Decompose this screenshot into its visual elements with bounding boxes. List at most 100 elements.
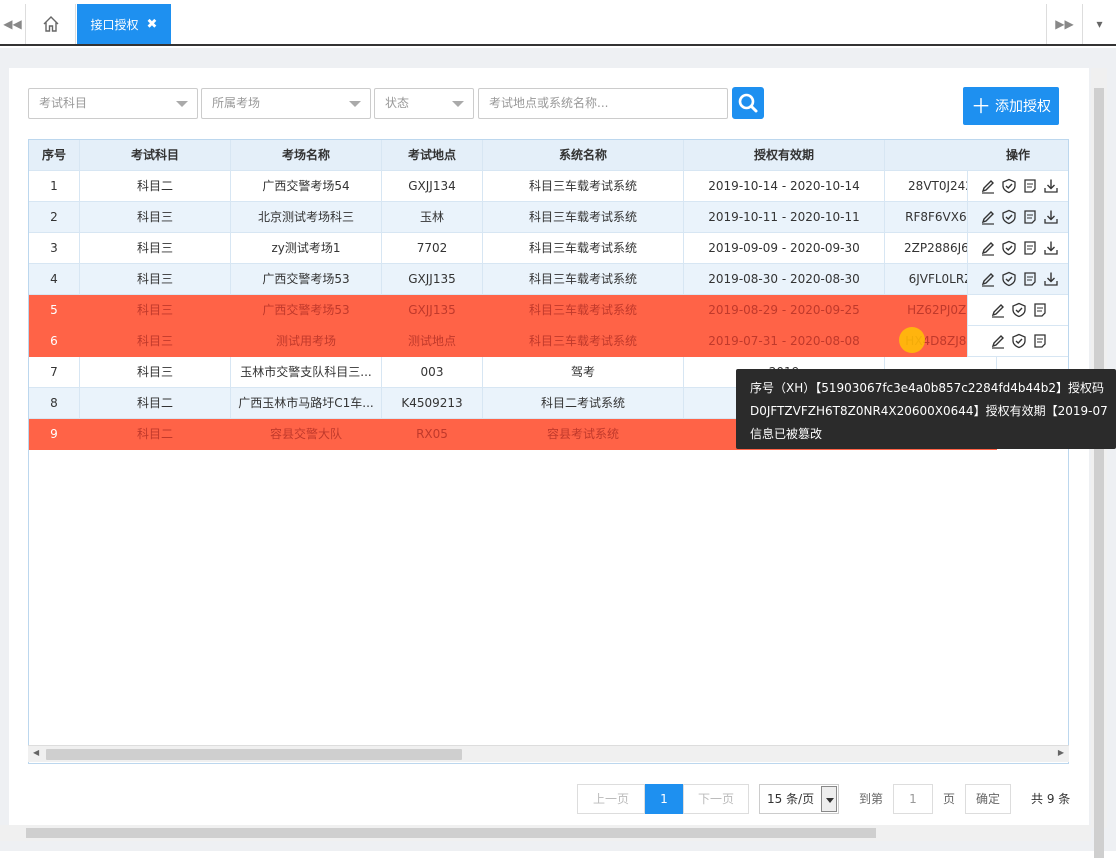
shield-check-icon[interactable]: [1001, 271, 1017, 287]
column-header[interactable]: 授权有效期: [684, 140, 885, 171]
column-header[interactable]: 序号: [29, 140, 80, 171]
subject-select[interactable]: 考试科目: [28, 88, 198, 119]
tamper-tooltip: 序号（XH）【51903067fc3e4a0b857c2284fd4b44b2】…: [736, 369, 1116, 449]
chevron-down-icon[interactable]: [821, 786, 837, 812]
document-icon[interactable]: [1022, 178, 1038, 194]
cell-no: 7: [29, 357, 80, 388]
column-header[interactable]: 考试地点: [382, 140, 483, 171]
tooltip-line-2: D0JFTZVFZH6T8Z0NR4X20600X0644】授权有效期【2019…: [750, 404, 1108, 418]
edit-icon[interactable]: [990, 302, 1006, 318]
scroll-tabs-left-icon[interactable]: ◀◀: [0, 4, 26, 44]
subject-select-label: 考试科目: [39, 96, 88, 110]
scroll-left-arrow-icon[interactable]: ◀: [33, 748, 39, 757]
column-header[interactable]: 系统名称: [483, 140, 684, 171]
page-horizontal-scrollbar[interactable]: [0, 825, 1091, 841]
download-icon[interactable]: [1043, 240, 1059, 256]
cell-validity: 2019-08-29 - 2020-09-25: [684, 295, 885, 326]
home-icon[interactable]: [26, 4, 76, 44]
edit-icon[interactable]: [980, 240, 996, 256]
close-icon[interactable]: ✖: [147, 17, 158, 32]
search-input[interactable]: 考试地点或系统名称...: [478, 88, 728, 119]
prev-page-button[interactable]: 上一页: [577, 784, 645, 814]
table-horizontal-scrollbar[interactable]: ◀ ▶: [28, 745, 1069, 762]
cell-system: 科目三车载考试系统: [483, 171, 684, 202]
shield-check-icon[interactable]: [1001, 209, 1017, 225]
caret-down-icon: [176, 101, 188, 107]
cell-no: 2: [29, 202, 80, 233]
tab-interface-auth[interactable]: 接口授权 ✖: [77, 4, 171, 44]
cell-venue: 广西交警考场53: [231, 264, 382, 295]
scrollbar-thumb[interactable]: [46, 749, 462, 760]
page-1-button[interactable]: 1: [645, 784, 683, 814]
shield-check-icon[interactable]: [1011, 302, 1027, 318]
status-select-label: 状态: [385, 96, 410, 110]
download-icon[interactable]: [1043, 209, 1059, 225]
cell-no: 5: [29, 295, 80, 326]
edit-icon[interactable]: [980, 178, 996, 194]
document-icon[interactable]: [1032, 302, 1048, 318]
document-icon[interactable]: [1022, 209, 1038, 225]
cell-venue: 广西玉林市马路圩C1车...: [231, 388, 382, 419]
download-icon[interactable]: [1043, 178, 1059, 194]
edit-icon[interactable]: [980, 271, 996, 287]
goto-page-input[interactable]: 1: [893, 784, 933, 814]
document-icon[interactable]: [1022, 240, 1038, 256]
cell-venue: 测试用考场: [231, 326, 382, 357]
cell-location: 玉林: [382, 202, 483, 233]
page-unit-label: 页: [943, 792, 956, 806]
goto-label: 到第: [859, 792, 884, 806]
document-icon[interactable]: [1022, 271, 1038, 287]
cell-subject: 科目三: [80, 233, 231, 264]
cell-no: 3: [29, 233, 80, 264]
cell-location: GXJJ134: [382, 171, 483, 202]
row-actions: [967, 326, 1068, 357]
next-page-button[interactable]: 下一页: [683, 784, 749, 814]
scroll-right-arrow-icon[interactable]: ▶: [1058, 748, 1064, 757]
tab-bar: ◀◀ 接口授权 ✖ ▶▶ ▾: [0, 0, 1116, 46]
scrollbar-thumb[interactable]: [26, 828, 876, 838]
plus-icon: ＋: [971, 94, 991, 118]
column-header[interactable]: 考场名称: [231, 140, 382, 171]
edit-icon[interactable]: [980, 209, 996, 225]
venue-select-label: 所属考场: [212, 96, 261, 110]
cell-no: 6: [29, 326, 80, 357]
document-icon[interactable]: [1032, 333, 1048, 349]
cell-location: 测试地点: [382, 326, 483, 357]
row-actions: [967, 264, 1068, 295]
status-select[interactable]: 状态: [374, 88, 474, 119]
chevron-down-icon[interactable]: ▾: [1082, 4, 1116, 44]
cell-location: K4509213: [382, 388, 483, 419]
column-header[interactable]: 考试科目: [80, 140, 231, 171]
cell-system: 科目三车载考试系统: [483, 264, 684, 295]
scroll-tabs-right-icon[interactable]: ▶▶: [1046, 4, 1082, 44]
edit-icon[interactable]: [990, 333, 1006, 349]
shield-check-icon[interactable]: [1011, 333, 1027, 349]
cell-no: 8: [29, 388, 80, 419]
cell-validity: 2019-10-14 - 2020-10-14: [684, 171, 885, 202]
cell-no: 4: [29, 264, 80, 295]
cell-venue: zy测试考场1: [231, 233, 382, 264]
table-row[interactable]: 4 科目三 广西交警考场53 GXJJ135 科目三车载考试系统 2019-08-30 -…: [29, 264, 1068, 295]
row-actions: [967, 171, 1068, 202]
confirm-button[interactable]: 确定: [965, 784, 1011, 814]
table-row[interactable]: 5 科目三 广西交警考场53 GXJJ135 科目三车载考试系统 2019-08-29 -…: [29, 295, 1068, 326]
cell-venue: 北京测试考场科三: [231, 202, 382, 233]
add-authorization-button[interactable]: ＋ 添加授权: [963, 87, 1059, 125]
cell-no: 9: [29, 419, 80, 450]
total-count: 共 9 条: [1031, 792, 1071, 806]
cell-location: RX05: [382, 419, 483, 450]
cell-system: 驾考: [483, 357, 684, 388]
table-row[interactable]: 2 科目三 北京测试考场科三 玉林 科目三车载考试系统 2019-10-11 - 2020…: [29, 202, 1068, 233]
table-row[interactable]: 3 科目三 zy测试考场1 7702 科目三车载考试系统 2019-09-09 - 202…: [29, 233, 1068, 264]
cell-location: GXJJ135: [382, 295, 483, 326]
search-button[interactable]: [732, 87, 764, 119]
shield-check-icon[interactable]: [1001, 178, 1017, 194]
table-row[interactable]: 1 科目二 广西交警考场54 GXJJ134 科目三车载考试系统 2019-10-14 -…: [29, 171, 1068, 202]
cell-validity: 2019-10-11 - 2020-10-11: [684, 202, 885, 233]
scrollbar-thumb[interactable]: [1094, 88, 1104, 858]
download-icon[interactable]: [1043, 271, 1059, 287]
shield-check-icon[interactable]: [1001, 240, 1017, 256]
page-size-select[interactable]: 15 条/页: [759, 784, 839, 814]
venue-select[interactable]: 所属考场: [201, 88, 371, 119]
table-header-row: 序号 考试科目 考场名称 考试地点 系统名称 授权有效期 操作: [29, 140, 1068, 171]
